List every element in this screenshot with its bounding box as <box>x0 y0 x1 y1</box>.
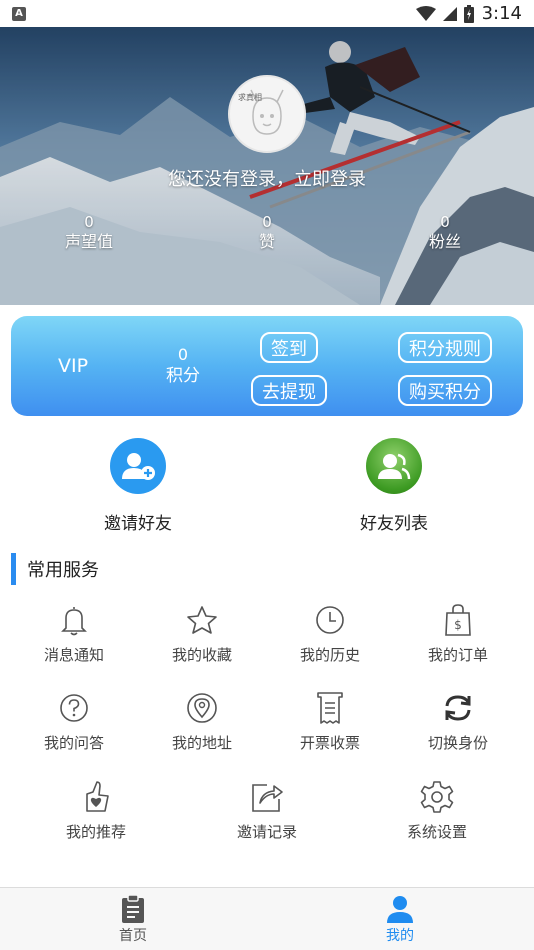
stat-fans-label: 粉丝 <box>428 232 461 251</box>
buy-points-button[interactable]: 购买积分 <box>398 375 492 406</box>
service-label: 我的问答 <box>43 734 104 752</box>
status-icons: 3:14 <box>415 3 522 24</box>
stat-reputation[interactable]: 0 声望值 <box>34 213 144 253</box>
location-icon <box>147 690 257 726</box>
service-notifications[interactable]: 消息通知 <box>19 602 129 665</box>
stat-likes[interactable]: 0 赞 <box>212 213 322 253</box>
points-label: 积分 <box>166 366 200 386</box>
login-prompt[interactable]: 您还没有登录，立即登录 <box>0 165 534 191</box>
friend-list-label: 好友列表 <box>360 514 428 534</box>
service-recommendations[interactable]: 我的推荐 <box>41 779 151 842</box>
stat-reputation-value: 0 <box>84 213 94 231</box>
clipboard-icon <box>88 894 178 924</box>
star-icon <box>147 602 257 638</box>
battery-icon <box>463 4 474 23</box>
service-label: 开票收票 <box>299 734 360 752</box>
stat-fans-value: 0 <box>440 213 450 231</box>
question-icon <box>19 690 129 726</box>
signal-icon <box>442 6 457 21</box>
avatar-caption: 求真相 <box>238 93 262 102</box>
sign-in-button[interactable]: 签到 <box>260 332 318 363</box>
tab-home[interactable]: 首页 <box>88 894 178 945</box>
clock-icon <box>275 602 385 638</box>
vip-card: VIP 0 积分 签到 积分规则 去提现 购买积分 <box>11 316 523 416</box>
service-qa[interactable]: 我的问答 <box>19 690 129 753</box>
stat-likes-label: 赞 <box>258 232 275 251</box>
tab-home-label: 首页 <box>119 928 147 944</box>
share-icon <box>212 779 322 815</box>
tab-mine-label: 我的 <box>386 928 414 944</box>
friends-icon <box>366 438 422 494</box>
svg-text:$: $ <box>454 618 462 632</box>
avatar[interactable]: 求真相 <box>228 75 306 153</box>
common-services-header: 常用服务 <box>11 553 99 585</box>
receipt-icon <box>275 690 385 726</box>
thumb-heart-icon <box>41 779 151 815</box>
tab-mine[interactable]: 我的 <box>355 894 445 945</box>
clock-time: 3:14 <box>481 3 522 24</box>
stat-fans[interactable]: 0 粉丝 <box>390 213 500 253</box>
bell-icon <box>19 602 129 638</box>
wifi-icon <box>415 5 436 21</box>
section-title: 常用服务 <box>27 560 99 581</box>
gear-icon <box>382 779 492 815</box>
vip-label: VIP <box>58 355 89 377</box>
profile-header: 求真相 您还没有登录，立即登录 0 声望值 0 赞 0 粉丝 <box>0 27 534 305</box>
service-address[interactable]: 我的地址 <box>147 690 257 753</box>
service-label: 消息通知 <box>43 646 104 664</box>
add-user-icon <box>110 438 166 494</box>
service-label: 我的地址 <box>171 734 232 752</box>
section-accent-bar <box>11 553 16 585</box>
withdraw-button[interactable]: 去提现 <box>251 375 327 406</box>
service-label: 我的历史 <box>299 646 360 664</box>
service-label: 我的收藏 <box>171 646 232 664</box>
friend-list-action[interactable]: 好友列表 <box>324 438 464 534</box>
person-icon <box>355 894 445 924</box>
notification-badge: A <box>12 6 26 21</box>
stat-reputation-label: 声望值 <box>64 232 113 251</box>
service-switch-identity[interactable]: 切换身份 <box>403 690 513 753</box>
points-rules-button[interactable]: 积分规则 <box>398 332 492 363</box>
invite-friends-label: 邀请好友 <box>104 514 172 534</box>
service-label: 系统设置 <box>406 823 467 841</box>
points-value: 0 <box>177 345 189 364</box>
service-favorites[interactable]: 我的收藏 <box>147 602 257 665</box>
shopping-bag-icon: $ <box>403 602 513 638</box>
switch-icon <box>403 690 513 726</box>
service-label: 切换身份 <box>427 734 488 752</box>
service-invoices[interactable]: 开票收票 <box>275 690 385 753</box>
service-label: 我的推荐 <box>65 823 126 841</box>
service-label: 邀请记录 <box>236 823 297 841</box>
status-bar: A 3:14 <box>0 0 534 27</box>
profile-screen: A 3:14 求真相 您还没有登录，立即登录 0 声望值 0 赞 0 粉丝 VI… <box>0 0 534 950</box>
service-history[interactable]: 我的历史 <box>275 602 385 665</box>
bottom-tab-bar: 首页 我的 <box>0 887 534 950</box>
service-invite-records[interactable]: 邀请记录 <box>212 779 322 842</box>
default-avatar-icon <box>250 89 284 135</box>
service-label: 我的订单 <box>427 646 488 664</box>
points-display: 0 积分 <box>151 345 215 387</box>
stat-likes-value: 0 <box>262 213 272 231</box>
service-orders[interactable]: $ 我的订单 <box>403 602 513 665</box>
invite-friends-action[interactable]: 邀请好友 <box>68 438 208 534</box>
service-settings[interactable]: 系统设置 <box>382 779 492 842</box>
